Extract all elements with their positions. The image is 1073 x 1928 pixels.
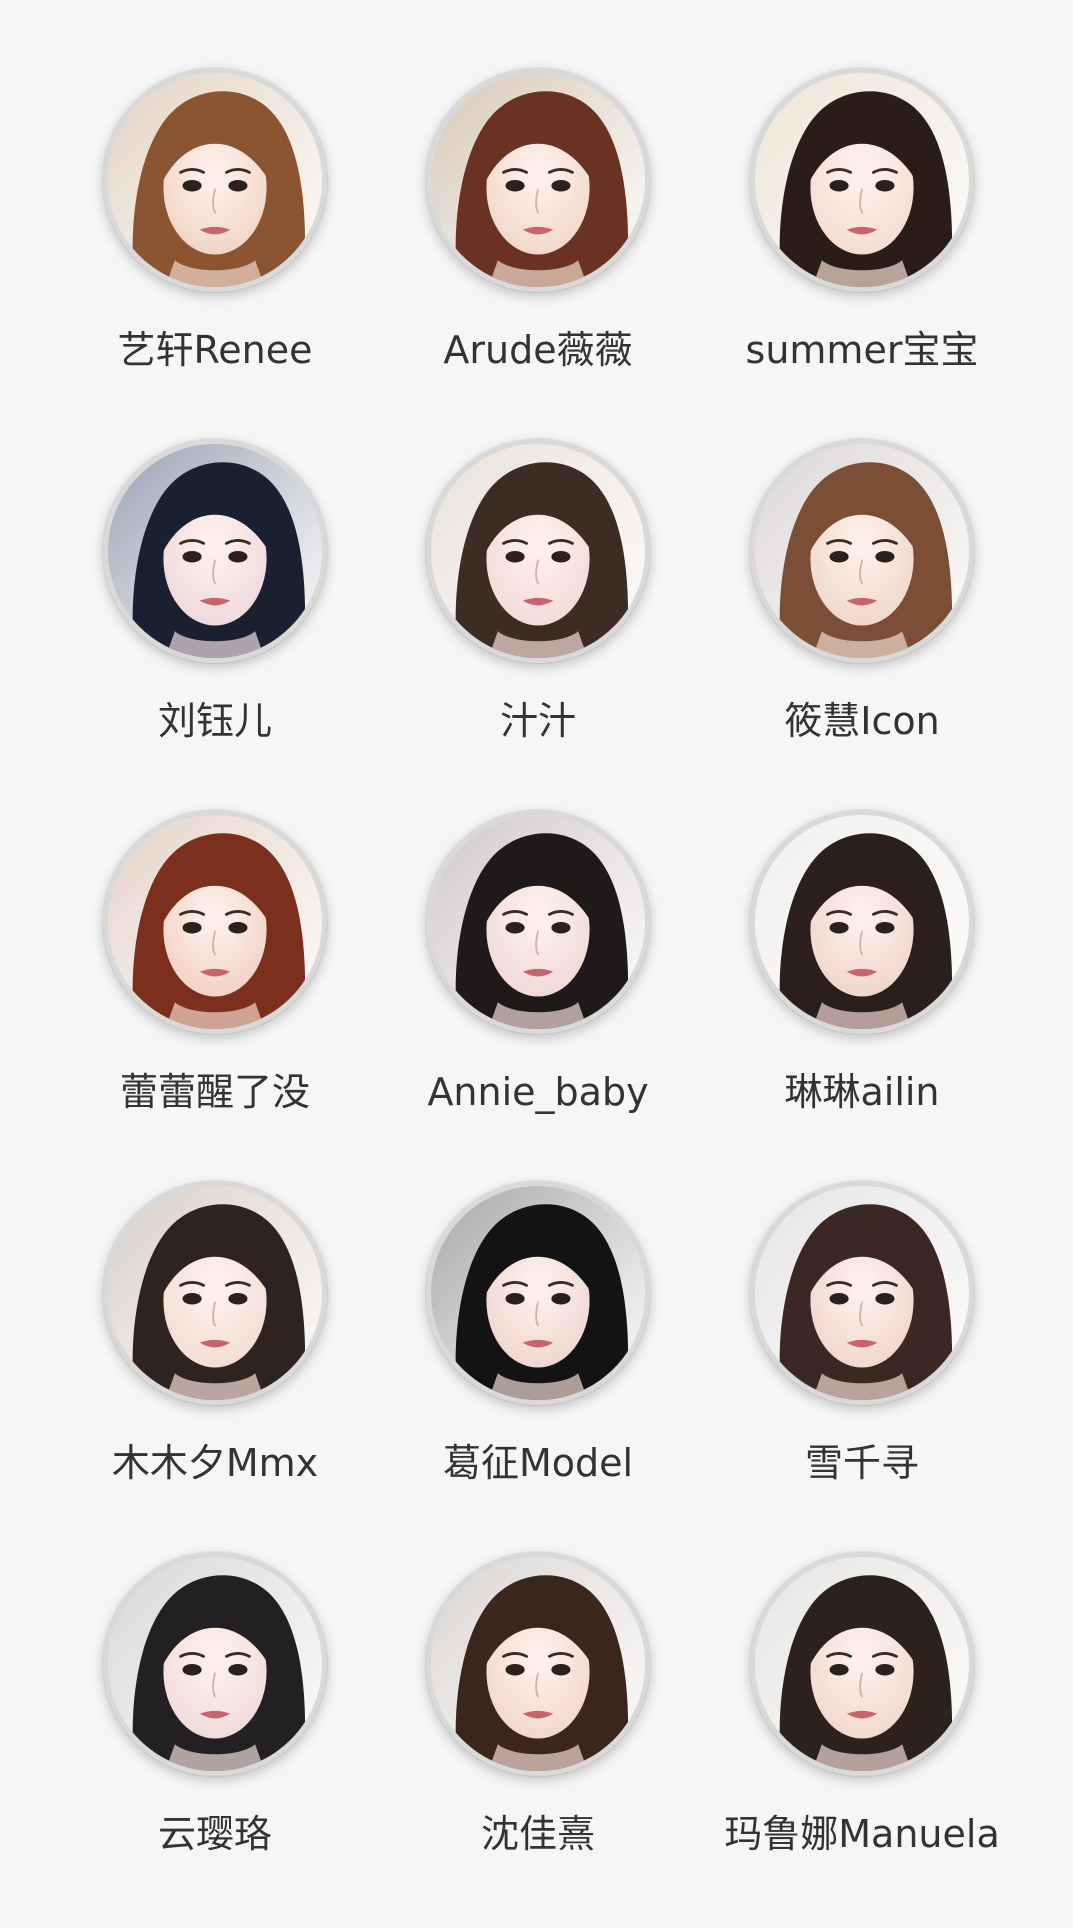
avatar-portrait [431,1557,645,1771]
avatar-portrait [431,815,645,1029]
profile-card[interactable]: 琳琳ailin [712,810,1012,1140]
profile-card[interactable]: summer宝宝 [712,68,1012,398]
avatar[interactable] [103,810,327,1034]
profile-card[interactable]: 艺轩Renee [65,68,365,398]
avatar[interactable] [750,810,974,1034]
profile-name[interactable]: 木木夕Mmx [112,1441,318,1485]
profile-name[interactable]: 琳琳ailin [784,1070,939,1114]
profile-card[interactable]: 蕾蕾醒了没 [65,810,365,1140]
avatar[interactable] [103,1552,327,1776]
profile-card[interactable]: 汁汁 [388,439,688,769]
avatar-portrait [431,1186,645,1400]
profile-card[interactable]: 刘钰儿 [65,439,365,769]
profile-name[interactable]: 沈佳熹 [481,1812,595,1856]
profile-card[interactable]: 云璎珞 [65,1552,365,1882]
avatar[interactable] [750,439,974,663]
profile-name[interactable]: 汁汁 [500,699,576,743]
avatar-portrait [431,444,645,658]
avatar-portrait [108,444,322,658]
avatar[interactable] [103,1181,327,1405]
profile-name[interactable]: 蕾蕾醒了没 [120,1070,310,1114]
avatar-portrait [108,73,322,287]
profile-card[interactable]: Arude薇薇 [388,68,688,398]
profile-card[interactable]: 沈佳熹 [388,1552,688,1882]
profile-name[interactable]: Arude薇薇 [443,328,632,372]
profile-card[interactable]: 玛鲁娜Manuela [712,1552,1012,1882]
profile-name[interactable]: 筱慧Icon [784,699,939,743]
profile-card[interactable]: Annie_baby [388,810,688,1140]
avatar[interactable] [103,68,327,292]
avatar[interactable] [750,1181,974,1405]
profile-card[interactable]: 雪千寻 [712,1181,1012,1511]
profile-grid: 艺轩Renee Arude薇薇 summer宝宝 刘钰儿 汁汁 筱慧Icon 蕾… [0,0,1073,1928]
avatar-portrait [108,1557,322,1771]
avatar-portrait [755,1186,969,1400]
avatar-portrait [108,815,322,1029]
avatar-portrait [108,1186,322,1400]
profile-name[interactable]: 葛征Model [443,1441,633,1485]
avatar[interactable] [426,810,650,1034]
avatar-portrait [431,73,645,287]
profile-name[interactable]: Annie_baby [427,1070,648,1114]
avatar[interactable] [750,1552,974,1776]
avatar[interactable] [426,1181,650,1405]
avatar[interactable] [426,68,650,292]
profile-card[interactable]: 筱慧Icon [712,439,1012,769]
avatar[interactable] [426,439,650,663]
profile-card[interactable]: 木木夕Mmx [65,1181,365,1511]
profile-name[interactable]: 艺轩Renee [118,328,313,372]
profile-card[interactable]: 葛征Model [388,1181,688,1511]
avatar[interactable] [103,439,327,663]
profile-name[interactable]: 雪千寻 [805,1441,919,1485]
avatar-portrait [755,444,969,658]
profile-name[interactable]: 玛鲁娜Manuela [724,1812,999,1856]
avatar-portrait [755,1557,969,1771]
avatar-portrait [755,815,969,1029]
avatar[interactable] [426,1552,650,1776]
profile-name[interactable]: 云璎珞 [158,1812,272,1856]
profile-name[interactable]: 刘钰儿 [158,699,272,743]
avatar[interactable] [750,68,974,292]
avatar-portrait [755,73,969,287]
profile-name[interactable]: summer宝宝 [746,328,979,372]
